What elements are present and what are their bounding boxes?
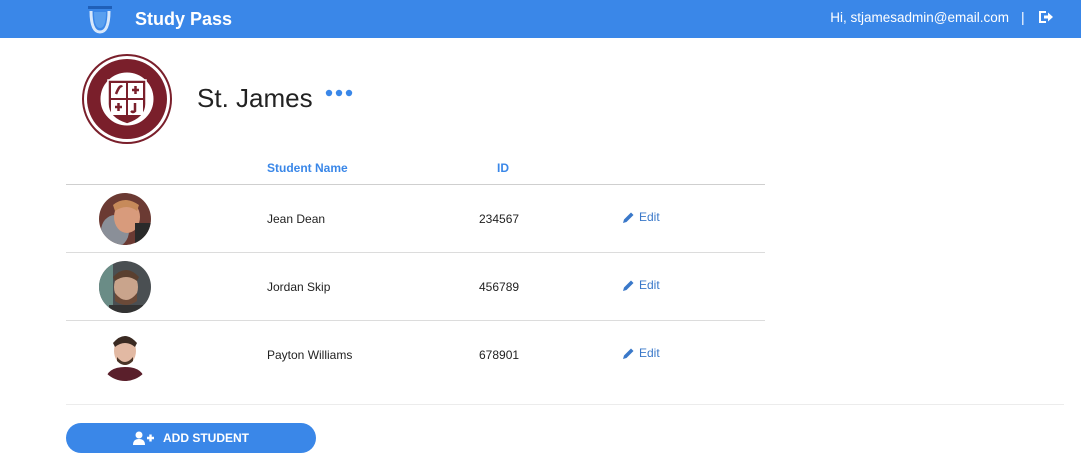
school-name: St. James	[197, 83, 313, 113]
column-header-id[interactable]: ID	[497, 161, 509, 175]
student-id: 234567	[479, 212, 520, 226]
graduation-cap-icon[interactable]	[84, 3, 116, 35]
top-navbar: Study Pass Hi, stjamesadmin@email.com |	[0, 0, 1081, 38]
table-row: Jean Dean 234567 Edit	[66, 185, 765, 253]
student-id: 456789	[479, 280, 520, 294]
student-name: Jordan Skip	[267, 280, 331, 294]
student-id: 678901	[479, 348, 520, 362]
sign-out-icon[interactable]	[1038, 9, 1054, 25]
edit-student-button[interactable]: Edit	[622, 346, 660, 360]
pencil-icon	[623, 212, 634, 223]
pencil-icon	[623, 348, 634, 359]
add-student-button[interactable]: ADD STUDENT	[66, 423, 316, 453]
edit-label: Edit	[639, 210, 660, 224]
school-seal-icon	[82, 54, 172, 144]
edit-student-button[interactable]: Edit	[622, 210, 660, 224]
pencil-icon	[623, 280, 634, 291]
app-title[interactable]: Study Pass	[135, 9, 232, 30]
section-divider	[66, 404, 1064, 405]
student-avatar	[99, 261, 151, 313]
student-name: Payton Williams	[267, 348, 353, 362]
student-avatar	[99, 329, 151, 381]
edit-student-button[interactable]: Edit	[622, 278, 660, 292]
student-name: Jean Dean	[267, 212, 326, 226]
table-row: Jordan Skip 456789 Edit	[66, 253, 765, 321]
ellipsis-icon[interactable]	[324, 88, 354, 98]
table-row: Payton Williams 678901 Edit	[66, 321, 765, 389]
add-user-icon	[133, 431, 154, 445]
edit-label: Edit	[639, 278, 660, 292]
add-student-label: ADD STUDENT	[163, 431, 249, 445]
user-greeting: Hi, stjamesadmin@email.com	[830, 10, 1009, 25]
nav-divider: |	[1021, 9, 1025, 25]
edit-label: Edit	[639, 346, 660, 360]
column-header-student-name[interactable]: Student Name	[267, 161, 348, 175]
student-avatar	[99, 193, 151, 245]
